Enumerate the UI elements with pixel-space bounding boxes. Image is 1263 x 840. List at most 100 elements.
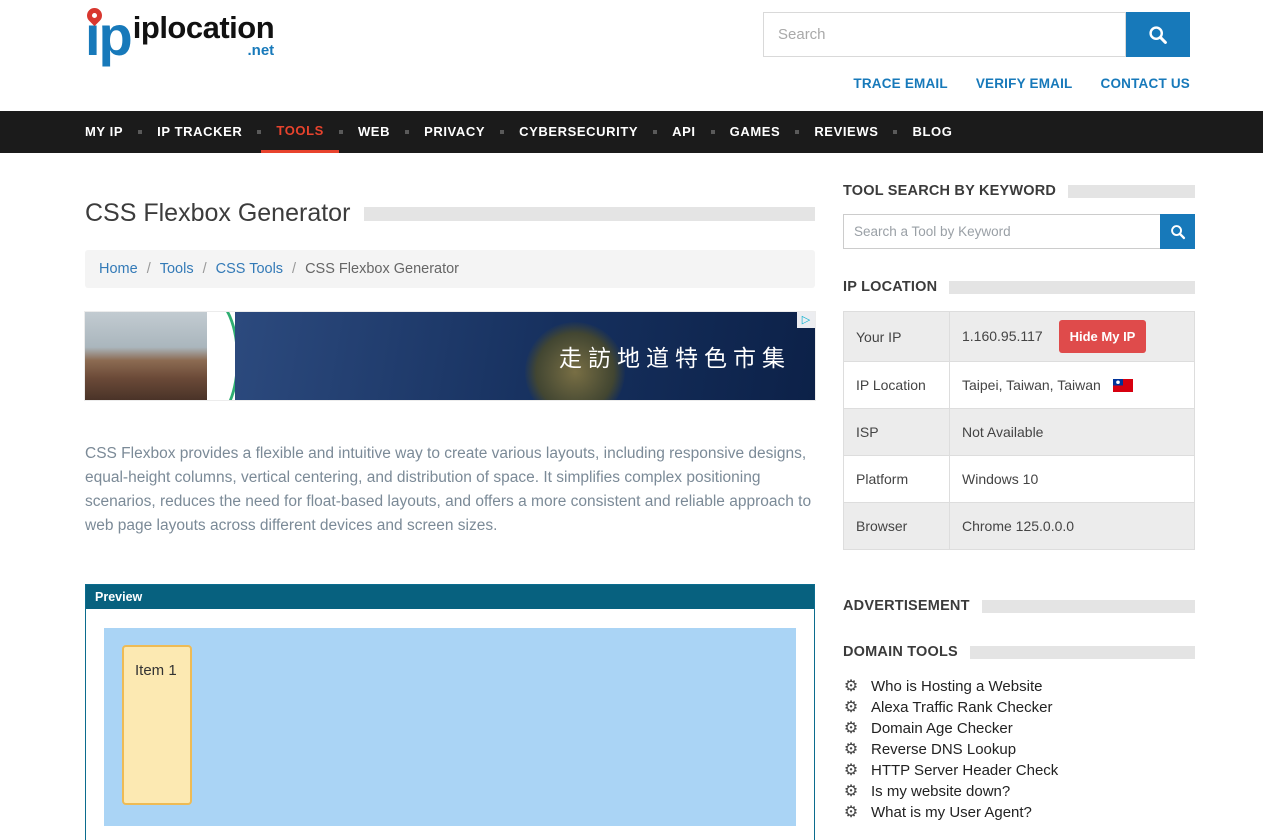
search-icon	[1148, 25, 1168, 45]
nav-item-ip-tracker[interactable]: IP TRACKER	[142, 111, 257, 153]
ad-banner[interactable]: 走訪地道特色市集 ▷	[85, 312, 815, 400]
gear-icon: ⚙	[843, 763, 859, 779]
breadcrumb-separator: /	[292, 261, 296, 277]
ad-decor-curve	[207, 312, 235, 400]
row-label: Platform	[844, 456, 950, 503]
breadcrumb: Home / Tools / CSS Tools / CSS Flexbox G…	[85, 250, 815, 288]
breadcrumb-tools[interactable]: Tools	[160, 261, 194, 277]
list-item: ⚙ What is my User Agent?	[843, 802, 1195, 823]
breadcrumb-home[interactable]: Home	[99, 261, 138, 277]
adchoices-icon[interactable]: ▷	[797, 312, 815, 328]
breadcrumb-separator: /	[203, 261, 207, 277]
page-title: CSS Flexbox Generator	[85, 199, 350, 228]
nav-item-reviews[interactable]: REVIEWS	[799, 111, 893, 153]
ip-info-table: Your IP 1.160.95.117 Hide My IP IP Locat…	[843, 311, 1195, 550]
gear-icon: ⚙	[843, 784, 859, 800]
domain-tool-label: Alexa Traffic Rank Checker	[871, 699, 1052, 716]
nav-item-games[interactable]: GAMES	[715, 111, 796, 153]
table-row-ip-location: IP Location Taipei, Taiwan, Taiwan	[844, 362, 1195, 409]
tool-search-input[interactable]	[843, 214, 1160, 249]
preview-header-label: Preview	[86, 585, 814, 609]
preview-flex-item: Item 1	[122, 645, 192, 805]
domain-tool-link-website-down[interactable]: ⚙ Is my website down?	[843, 783, 1195, 800]
nav-item-privacy[interactable]: PRIVACY	[409, 111, 500, 153]
row-value: Taipei, Taiwan, Taiwan	[950, 362, 1195, 409]
row-label: Browser	[844, 503, 950, 550]
domain-tool-label: Is my website down?	[871, 783, 1010, 800]
tool-search-button[interactable]	[1160, 214, 1195, 249]
verify-email-link[interactable]: VERIFY EMAIL	[976, 76, 1073, 91]
list-item: ⚙ Who is Hosting a Website	[843, 676, 1195, 697]
domain-tools-heading: DOMAIN TOOLS	[843, 644, 1195, 660]
row-value: 1.160.95.117 Hide My IP	[950, 312, 1195, 362]
logo-text: iplocation .net	[133, 12, 274, 62]
heading-decor-bar	[1068, 185, 1195, 198]
row-label: IP Location	[844, 362, 950, 409]
trace-email-link[interactable]: TRACE EMAIL	[853, 76, 947, 91]
logo-ip-mark: ip	[85, 10, 131, 62]
gear-icon: ⚙	[843, 805, 859, 821]
domain-tool-label: Reverse DNS Lookup	[871, 741, 1016, 758]
hide-my-ip-button[interactable]: Hide My IP	[1059, 320, 1147, 353]
row-value: Chrome 125.0.0.0	[950, 503, 1195, 550]
preview-body: Item 1	[86, 609, 814, 840]
logo-tld: .net	[133, 43, 274, 60]
nav-item-blog[interactable]: BLOG	[897, 111, 967, 153]
gear-icon: ⚙	[843, 679, 859, 695]
heading-decor-bar	[970, 646, 1195, 659]
main-nav: MY IP IP TRACKER TOOLS WEB PRIVACY CYBER…	[0, 111, 1263, 153]
header-search	[763, 12, 1190, 57]
list-item: ⚙ Alexa Traffic Rank Checker	[843, 697, 1195, 718]
gear-icon: ⚙	[843, 742, 859, 758]
logo-word: iplocation	[133, 12, 274, 43]
table-row-isp: ISP Not Available	[844, 409, 1195, 456]
domain-tools-heading-text: DOMAIN TOOLS	[843, 644, 958, 660]
sidebar: TOOL SEARCH BY KEYWORD IP LOCATION Your …	[843, 183, 1195, 823]
page-title-row: CSS Flexbox Generator	[85, 199, 815, 228]
header-search-button[interactable]	[1126, 12, 1190, 57]
taiwan-flag-icon	[1113, 379, 1133, 392]
gear-icon: ⚙	[843, 721, 859, 737]
your-ip-value: 1.160.95.117	[962, 328, 1043, 344]
flexbox-preview-panel: Preview Item 1	[85, 584, 815, 840]
nav-item-web[interactable]: WEB	[343, 111, 405, 153]
domain-tools-section: DOMAIN TOOLS ⚙ Who is Hosting a Website …	[843, 644, 1195, 823]
ip-location-value: Taipei, Taiwan, Taiwan	[962, 377, 1101, 393]
breadcrumb-current: CSS Flexbox Generator	[305, 261, 459, 277]
contact-us-link[interactable]: CONTACT US	[1101, 76, 1191, 91]
domain-tool-link-hosting[interactable]: ⚙ Who is Hosting a Website	[843, 678, 1195, 695]
domain-tool-link-domain-age[interactable]: ⚙ Domain Age Checker	[843, 720, 1195, 737]
list-item: ⚙ Reverse DNS Lookup	[843, 739, 1195, 760]
tool-search-heading: TOOL SEARCH BY KEYWORD	[843, 183, 1195, 199]
domain-tool-label: Domain Age Checker	[871, 720, 1013, 737]
domain-tool-link-reverse-dns[interactable]: ⚙ Reverse DNS Lookup	[843, 741, 1195, 758]
domain-tool-link-alexa-rank[interactable]: ⚙ Alexa Traffic Rank Checker	[843, 699, 1195, 716]
ip-location-heading-text: IP LOCATION	[843, 279, 937, 295]
nav-item-cybersecurity[interactable]: CYBERSECURITY	[504, 111, 653, 153]
row-label: ISP	[844, 409, 950, 456]
nav-item-api[interactable]: API	[657, 111, 710, 153]
gear-icon: ⚙	[843, 700, 859, 716]
domain-tool-label: What is my User Agent?	[871, 804, 1032, 821]
preview-flex-container: Item 1	[104, 628, 796, 826]
breadcrumb-separator: /	[147, 261, 151, 277]
breadcrumb-css-tools[interactable]: CSS Tools	[216, 261, 283, 277]
ip-location-heading: IP LOCATION	[843, 279, 1195, 295]
nav-item-my-ip[interactable]: MY IP	[85, 111, 138, 153]
site-logo[interactable]: ip iplocation .net	[85, 10, 274, 62]
ip-location-section: IP LOCATION Your IP 1.160.95.117 Hide My…	[843, 279, 1195, 550]
domain-tool-link-user-agent[interactable]: ⚙ What is my User Agent?	[843, 804, 1195, 821]
ad-headline: 走訪地道特色市集	[559, 339, 791, 373]
nav-item-tools[interactable]: TOOLS	[261, 111, 339, 153]
content-container: CSS Flexbox Generator Home / Tools / CSS…	[85, 153, 1195, 840]
domain-tool-label: Who is Hosting a Website	[871, 678, 1042, 695]
header-links: TRACE EMAIL VERIFY EMAIL CONTACT US	[853, 76, 1190, 91]
domain-tool-link-http-header[interactable]: ⚙ HTTP Server Header Check	[843, 762, 1195, 779]
header-search-input[interactable]	[763, 12, 1126, 57]
heading-decor-bar	[982, 600, 1195, 613]
domain-tools-list: ⚙ Who is Hosting a Website ⚙ Alexa Traff…	[843, 676, 1195, 823]
heading-decor-bar	[949, 281, 1195, 294]
row-value: Not Available	[950, 409, 1195, 456]
list-item: ⚙ Is my website down?	[843, 781, 1195, 802]
search-icon	[1170, 224, 1186, 240]
